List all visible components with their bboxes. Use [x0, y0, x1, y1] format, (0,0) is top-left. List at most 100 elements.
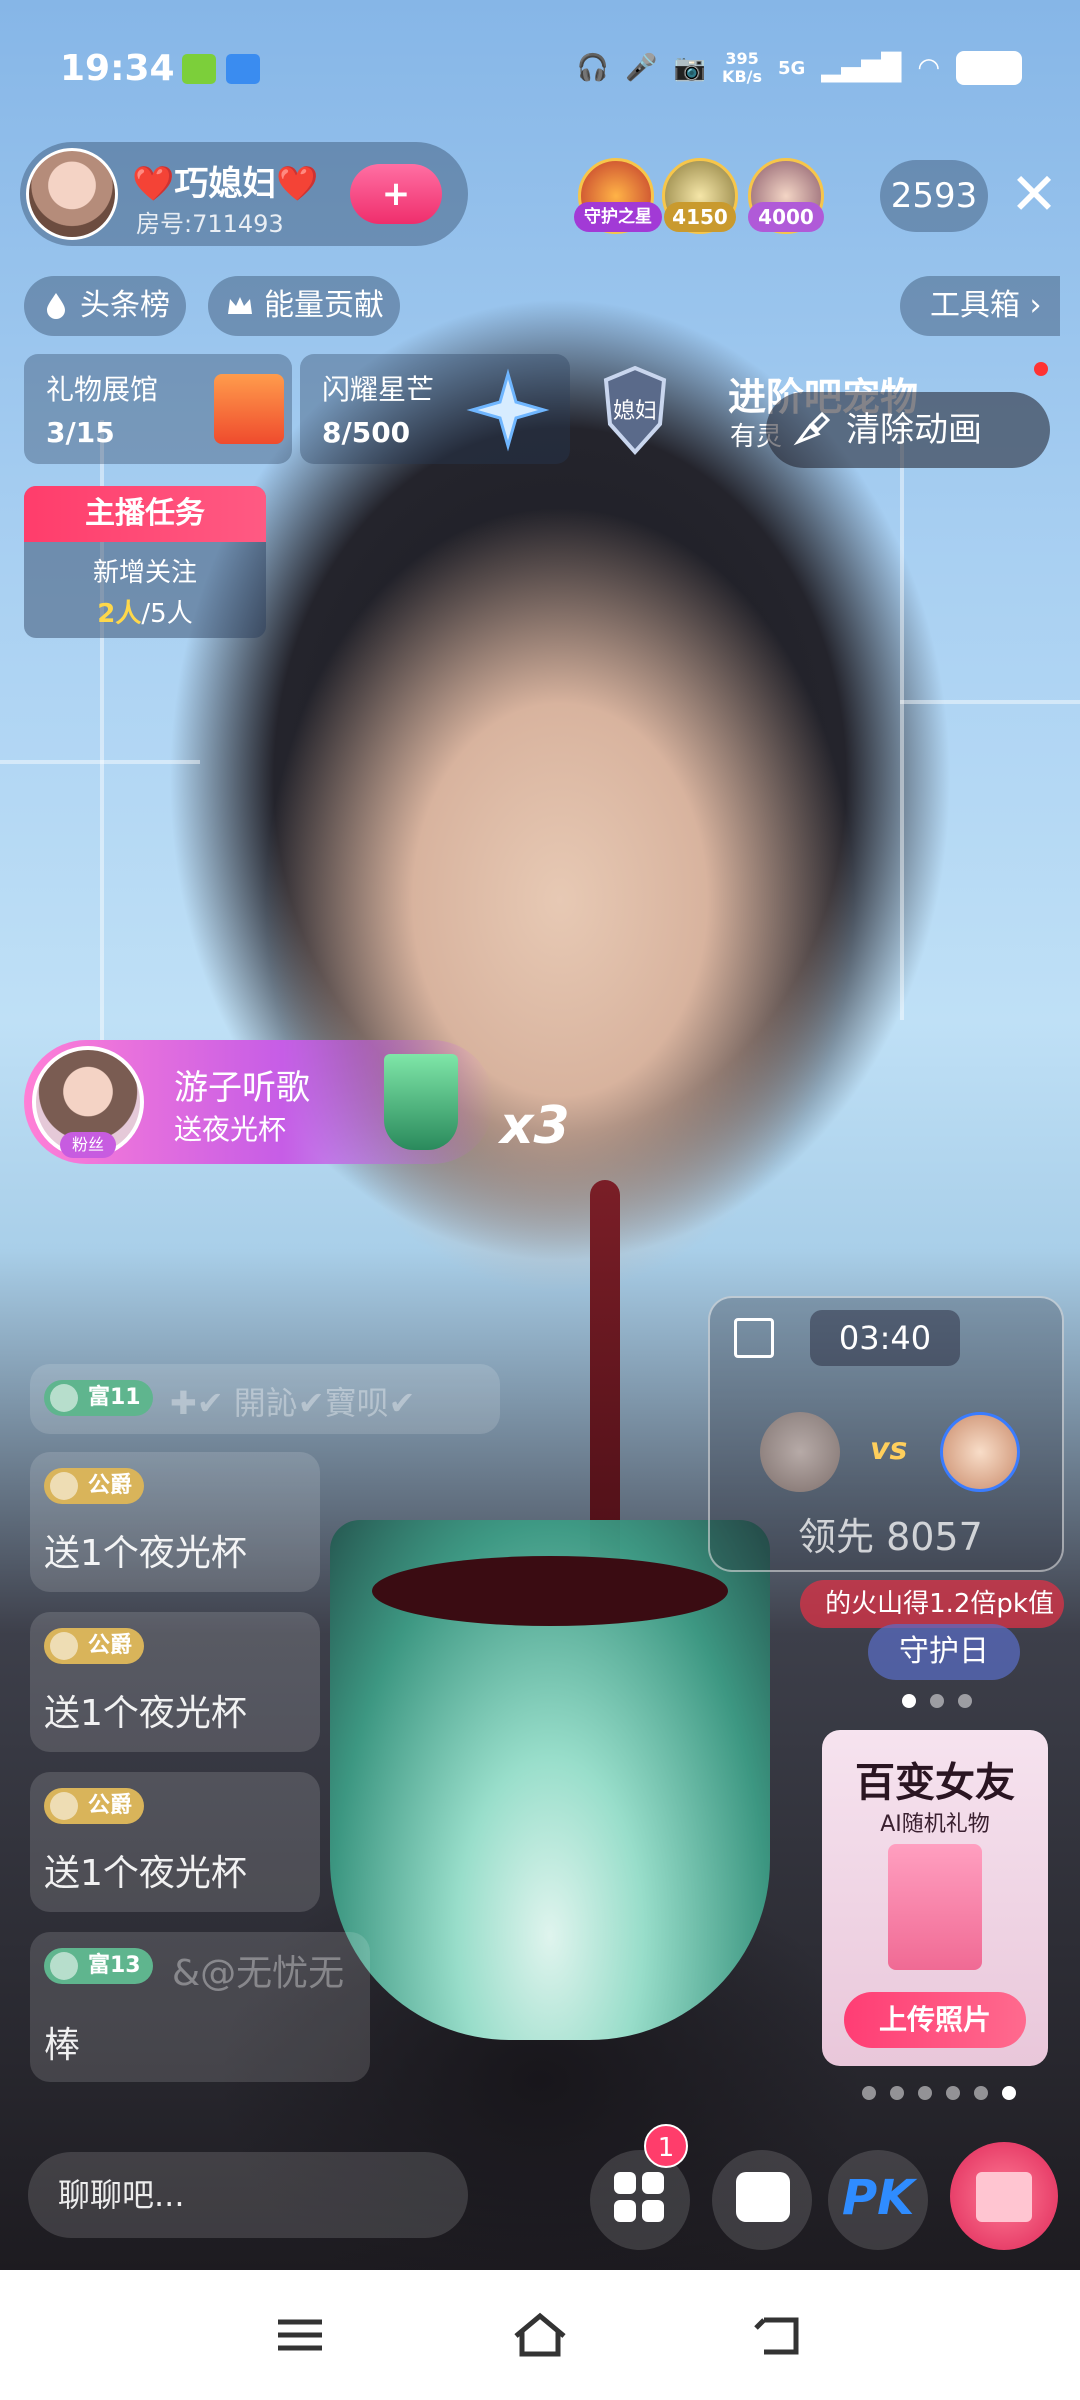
level-label: 公爵 [88, 1633, 133, 1658]
promo-subtitle: AI随机礼物 [880, 1812, 990, 1837]
cup-gift-icon [384, 1054, 458, 1150]
carousel-dot [958, 1694, 972, 1708]
fan-shield-icon[interactable]: 媳妇 [600, 364, 670, 456]
close-icon[interactable]: ✕ [1006, 165, 1062, 223]
guard-star-tag: 守护之星 [574, 202, 662, 232]
chat-bubble-icon [736, 2172, 790, 2222]
viewer-contribution: 4150 [664, 202, 736, 232]
clear-animation-button[interactable]: 清除动画 [766, 392, 1050, 468]
level-icon [50, 1472, 78, 1500]
pk-timer: 03:40 [810, 1310, 960, 1366]
gift-box-icon [214, 374, 284, 444]
clear-animation-label: 清除动画 [846, 410, 982, 450]
app-notification-icon [182, 54, 216, 84]
carousel-dot [862, 2086, 876, 2100]
ai-gift-promo[interactable]: 百变女友 AI随机礼物 上传照片 [822, 1730, 1048, 2066]
status-icons: 🎧 🎤 📷 395 KB/s 5G ▂▄▆█ ◠ [577, 50, 1022, 86]
status-time: 19:34 [60, 48, 175, 89]
anchor-name: ❤️巧媳妇❤️ [132, 164, 319, 204]
carousel-dot [974, 2086, 988, 2100]
follow-button[interactable]: + [350, 164, 442, 224]
chat-text: 送1个夜光杯 [44, 1533, 247, 1574]
star-title: 闪耀星芒 [322, 373, 435, 406]
chat-message[interactable]: 公爵 送1个夜光杯 [30, 1772, 320, 1912]
promo-title: 百变女友 [855, 1760, 1015, 1806]
carousel-dot [1002, 2086, 1016, 2100]
status-bar: 19:34 🎧 🎤 📷 395 KB/s 5G ▂▄▆█ ◠ [0, 40, 1080, 100]
chat-message[interactable]: 富11 ✚✔ 開訫✔寶呗✔ [30, 1364, 500, 1434]
anchor-card[interactable]: ❤️巧媳妇❤️ 房号:711493 + [20, 142, 468, 246]
chat-text: 送1个夜光杯 [44, 1853, 247, 1894]
level-icon [50, 1384, 78, 1412]
anchor-avatar[interactable] [26, 148, 118, 240]
headline-rank-label: 头条榜 [80, 288, 170, 323]
gift-icon [976, 2172, 1032, 2222]
chat-message[interactable]: 公爵 送1个夜光杯 [30, 1452, 320, 1592]
wifi-icon: ◠ [917, 53, 940, 83]
viewer-contribution: 4000 [748, 202, 824, 232]
wealth-level-badge: 富13 [44, 1948, 153, 1984]
network-type: 5G [778, 57, 806, 79]
star-panel[interactable]: 闪耀星芒 8/500 [300, 354, 570, 464]
microphone-icon: 🎤 [625, 53, 658, 83]
carousel-dot [890, 2086, 904, 2100]
back-icon[interactable] [750, 2310, 810, 2360]
chat-input[interactable]: 聊聊吧... [28, 2152, 468, 2238]
task-description: 新增关注 [92, 558, 197, 588]
noble-level-badge: 公爵 [44, 1628, 145, 1664]
noble-level-badge: 公爵 [44, 1788, 145, 1824]
carousel-dot [918, 2086, 932, 2100]
gifter-name: 游子听歌 [174, 1068, 310, 1108]
level-icon [50, 1792, 78, 1820]
task-total: /5人 [141, 599, 193, 629]
level-label: 富11 [88, 1385, 141, 1410]
exit-icon[interactable] [734, 1318, 774, 1358]
gift-banner: 粉丝 游子听歌 送夜光杯 [24, 1040, 494, 1164]
level-icon [50, 1632, 78, 1660]
app-notification-icon [226, 54, 260, 84]
promo-carousel-dots [862, 2086, 1016, 2100]
star-value: 8/500 [322, 416, 411, 449]
chat-username: ✚✔ 開訫✔寶呗✔ [170, 1384, 416, 1422]
cup-liquid [372, 1556, 728, 1626]
level-label: 公爵 [88, 1473, 133, 1498]
pk-bonus-banner[interactable]: 的火山得1.2倍pk值 [800, 1580, 1064, 1628]
pk-label: PK [842, 2170, 915, 2226]
task-title: 主播任务 [24, 486, 266, 542]
level-icon [50, 1952, 78, 1980]
carousel-dots [902, 1694, 972, 1708]
grid-icon [614, 2172, 664, 2222]
gift-count: x3 [500, 1096, 570, 1156]
home-icon[interactable] [510, 2310, 570, 2360]
pk-vs: vs [870, 1432, 908, 1467]
net-speed-unit: KB/s [722, 67, 763, 86]
room-number: 房号:711493 [136, 210, 284, 238]
pk-panel[interactable]: 03:40 vs 领先 8057 [708, 1296, 1064, 1572]
pk-anchor-avatar[interactable] [760, 1412, 840, 1492]
system-nav-bar [0, 2270, 1080, 2400]
anchor-task-card[interactable]: 主播任务 新增关注 2人/5人 [24, 486, 266, 638]
task-progress: 2人/5人 [24, 593, 266, 630]
crown-icon [228, 297, 252, 314]
gift-hall-panel[interactable]: 礼物展馆 3/15 [24, 354, 292, 464]
carousel-dot [930, 1694, 944, 1708]
pk-lead: 领先 8057 [798, 1515, 983, 1559]
energy-label: 能量贡献 [264, 288, 384, 323]
energy-chip[interactable]: 能量贡献 [208, 276, 400, 336]
level-label: 富13 [88, 1953, 141, 1978]
guard-day-button[interactable]: 守护日 [868, 1624, 1020, 1680]
window-frame [0, 760, 200, 764]
chat-text: 送1个夜光杯 [44, 1693, 247, 1734]
battery-icon [956, 51, 1022, 85]
headphones-icon: 🎧 [576, 53, 610, 83]
viewer-count[interactable]: 2593 [880, 160, 988, 232]
chat-message[interactable]: 富13 &@无忧无 棒 [30, 1932, 370, 2082]
pk-opponent-avatar[interactable] [940, 1412, 1020, 1492]
menu-icon[interactable] [270, 2310, 330, 2360]
toolbox-button[interactable]: 工具箱 › [900, 276, 1060, 336]
headline-rank-chip[interactable]: 头条榜 [24, 276, 186, 336]
carousel-dot [946, 2086, 960, 2100]
droplet-icon [47, 293, 65, 319]
upload-photo-button[interactable]: 上传照片 [844, 1992, 1026, 2048]
chat-message[interactable]: 公爵 送1个夜光杯 [30, 1612, 320, 1752]
